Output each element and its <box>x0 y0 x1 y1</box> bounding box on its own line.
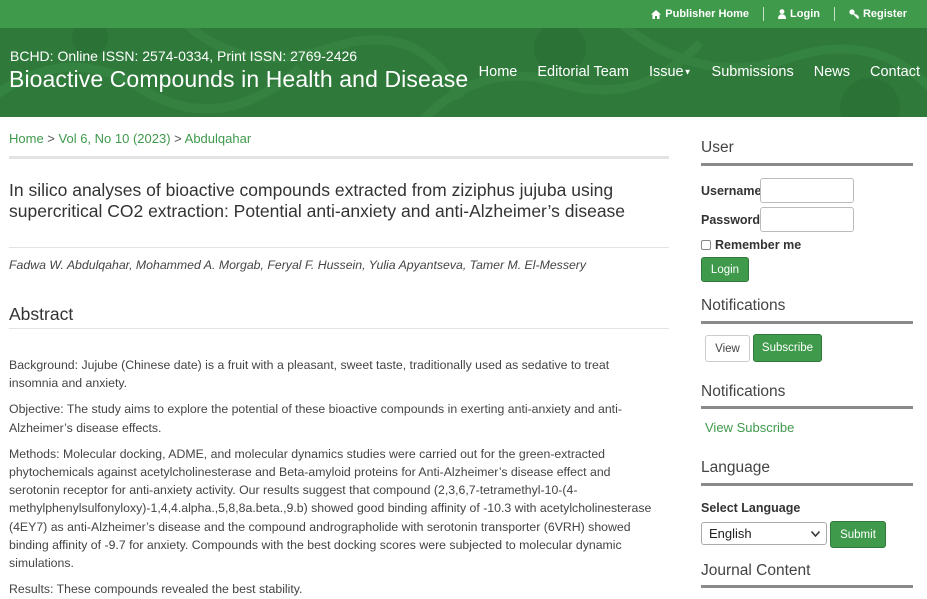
block-rule <box>701 585 913 588</box>
nav-issue-label: Issue <box>648 64 684 80</box>
breadcrumb-home[interactable]: Home <box>9 131 44 146</box>
view-button[interactable]: View <box>705 335 750 362</box>
journal-content-block-title: Journal Content <box>701 562 811 579</box>
top-bar: Publisher Home Login Register <box>0 0 927 28</box>
abstract-results: Results: These compounds revealed the be… <box>9 582 303 597</box>
nav-editorial-team[interactable]: Editorial Team <box>537 64 629 80</box>
password-field[interactable] <box>760 207 854 232</box>
caret-down-icon: ▼ <box>683 67 692 77</box>
top-links: Publisher Home Login Register <box>651 0 907 28</box>
notifications-block-title: Notifications <box>701 383 786 400</box>
article-authors: Fadwa W. Abdulqahar, Mohammed A. Morgab,… <box>9 258 587 272</box>
breadcrumb-separator: > <box>43 131 59 146</box>
subscribe-button[interactable]: Subscribe <box>753 334 822 362</box>
user-icon <box>778 9 787 19</box>
login-button[interactable]: Login <box>701 257 749 282</box>
login-link[interactable]: Login <box>778 8 820 20</box>
block-rule <box>701 483 913 486</box>
issn-line: BCHD: Online ISSN: 2574-0334, Print ISSN… <box>10 48 358 64</box>
divider <box>763 7 765 21</box>
abstract-body: Background: Jujube (Chinese date) is a f… <box>9 356 659 599</box>
register-label: Register <box>862 8 907 20</box>
language-selected-value: English <box>709 526 752 541</box>
register-link[interactable]: Register <box>849 8 907 20</box>
nav-home[interactable]: Home <box>479 64 518 80</box>
abstract-objective: Objective: The study aims to explore the… <box>9 402 622 435</box>
nav-contact[interactable]: Contact <box>870 64 920 80</box>
main-nav: Home Editorial Team Issue▼ Submissions N… <box>459 64 920 80</box>
notifications-links: View Subscribe <box>705 420 917 435</box>
home-icon <box>651 9 662 19</box>
login-label: Login <box>790 8 820 20</box>
nav-news[interactable]: News <box>814 64 850 80</box>
subscribe-link[interactable]: Subscribe <box>737 420 795 435</box>
username-field[interactable] <box>760 178 854 203</box>
abstract-divider <box>9 328 669 329</box>
breadcrumb-separator: > <box>170 131 185 146</box>
view-link[interactable]: View <box>705 420 733 435</box>
block-rule <box>701 163 913 166</box>
breadcrumb-divider <box>9 156 669 159</box>
nav-issue[interactable]: Issue▼ <box>649 64 692 80</box>
user-block-title: User <box>701 139 734 156</box>
notifications-block-title: Notifications <box>701 297 786 314</box>
site-title[interactable]: Bioactive Compounds in Health and Diseas… <box>9 66 468 93</box>
password-label: Password <box>701 213 761 227</box>
language-submit-button[interactable]: Submit <box>830 521 886 548</box>
breadcrumb-issue[interactable]: Vol 6, No 10 (2023) <box>59 131 171 146</box>
username-label: Username <box>701 184 762 198</box>
abstract-heading: Abstract <box>9 304 74 324</box>
breadcrumb-current[interactable]: Abdulqahar <box>185 131 252 146</box>
publisher-home-link[interactable]: Publisher Home <box>651 8 749 20</box>
block-rule <box>701 321 913 324</box>
breadcrumb: Home > Vol 6, No 10 (2023) > Abdulqahar <box>9 131 251 146</box>
divider <box>833 7 835 21</box>
language-block-title: Language <box>701 459 770 476</box>
language-select[interactable]: English <box>701 522 827 545</box>
site-header: BCHD: Online ISSN: 2574-0334, Print ISSN… <box>0 28 927 117</box>
publisher-home-label: Publisher Home <box>665 8 750 20</box>
nav-submissions[interactable]: Submissions <box>712 64 794 80</box>
abstract-background: Background: Jujube (Chinese date) is a f… <box>9 358 610 391</box>
remember-me-checkbox[interactable] <box>701 240 711 250</box>
chevron-down-icon <box>811 530 820 537</box>
select-language-label: Select Language <box>701 501 801 515</box>
block-rule <box>701 406 913 409</box>
key-icon <box>849 9 859 19</box>
title-divider <box>9 247 669 248</box>
remember-me-label: Remember me <box>715 238 802 252</box>
article-title: In silico analyses of bioactive compound… <box>9 180 626 221</box>
abstract-methods: Methods: Molecular docking, ADME, and mo… <box>9 446 652 571</box>
